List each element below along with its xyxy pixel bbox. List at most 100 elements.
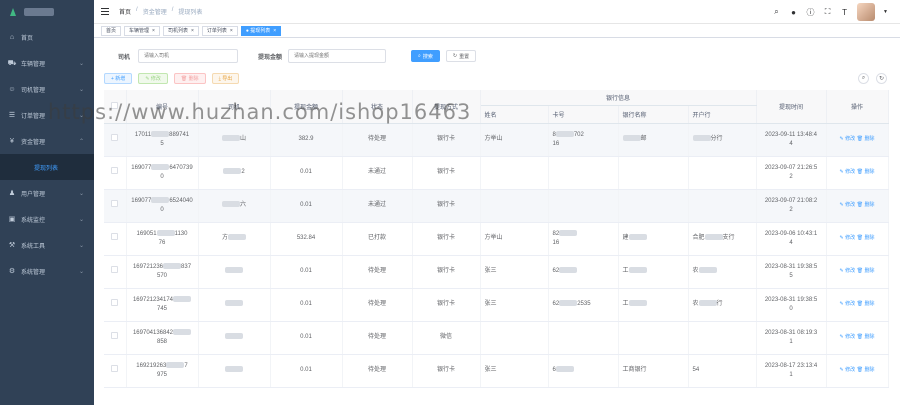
row-delete-button[interactable]: 🗑 删除 — [857, 136, 875, 142]
driver-input[interactable] — [138, 49, 239, 63]
sidebar-item-3[interactable]: ☰ 订单管理 ⌄ — [0, 102, 94, 128]
cell-serial-text: 169051 1130 76 — [136, 229, 188, 246]
toggle-search-icon[interactable]: ⌕ — [858, 73, 869, 84]
tag-1[interactable]: 车辆管理 × — [124, 25, 160, 36]
row-edit-button[interactable]: ✎ 修改 — [840, 169, 856, 175]
row-checkbox[interactable] — [111, 200, 119, 207]
export-button[interactable]: ⤓ 导出 — [211, 73, 240, 84]
table-row[interactable]: 169704136842 858 0.01 待处理 微信 2023-08-31 08:19… — [104, 321, 889, 355]
table-row[interactable]: 17011 889741 5 山 382.9 待处理 银行卡 方举山 8 702 16 邮 分行 2023… — [104, 123, 889, 157]
driver-label: 司机 — [118, 54, 131, 61]
row-delete-button[interactable]: 🗑 删除 — [857, 169, 875, 175]
row-select-cell[interactable] — [104, 123, 127, 157]
select-all-checkbox[interactable] — [111, 101, 119, 109]
masked-text — [555, 130, 574, 137]
avatar[interactable] — [857, 3, 876, 21]
sidebar-item-2[interactable]: ☺ 司机管理 ⌄ — [0, 76, 94, 102]
row-select-cell[interactable] — [104, 321, 127, 355]
reset-button[interactable]: ↻ 重置 — [445, 50, 477, 62]
row-delete-button[interactable]: 🗑 删除 — [857, 367, 875, 373]
row-edit-button[interactable]: ✎ 修改 — [840, 202, 856, 208]
chevron-down-icon[interactable]: ▼ — [883, 9, 888, 15]
row-delete-button[interactable]: 🗑 删除 — [857, 202, 875, 208]
table-row[interactable]: 169051 1130 76 方 532.84 已打款 银行卡 方举山 82 16 建 合肥 支行 202… — [104, 222, 889, 256]
row-select-cell[interactable] — [104, 354, 127, 388]
row-checkbox[interactable] — [111, 233, 119, 240]
tag-0[interactable]: 首页 — [101, 25, 122, 36]
cell-time: 2023-09-11 13:48:4 4 — [756, 123, 827, 157]
table-row[interactable]: 169721236 837 570 0.01 待处理 银行卡 张三 62 工 农 2023-08-3… — [104, 255, 889, 289]
row-select-cell[interactable] — [104, 288, 127, 322]
row-checkbox[interactable] — [111, 167, 119, 174]
sidebar-item-4[interactable]: ¥ 资金管理 ⌃ — [0, 128, 94, 154]
row-delete-button[interactable]: 🗑 删除 — [857, 235, 875, 241]
row-select-cell[interactable] — [104, 222, 127, 256]
row-edit-button[interactable]: ✎ 修改 — [840, 367, 856, 373]
table-row[interactable]: 169077 6470739 0 2 0.01 未通过 银行卡 2023-09-07 21:2… — [104, 156, 889, 190]
breadcrumb-home[interactable]: 首页 — [119, 7, 131, 16]
row-checkbox[interactable] — [111, 299, 119, 306]
row-select-cell[interactable] — [104, 255, 127, 289]
search-button[interactable]: ⌕ 搜索 — [411, 50, 440, 62]
fullscreen-icon[interactable]: ⛶ — [823, 7, 832, 17]
sidebar-item-9[interactable]: ⚙ 系统管理 ⌄ — [0, 258, 94, 284]
cell-amount-text: 382.9 — [298, 136, 314, 142]
row-delete-button[interactable]: 🗑 删除 — [857, 334, 875, 340]
row-edit-button[interactable]: ✎ 修改 — [840, 334, 856, 340]
cell-driver — [198, 354, 271, 388]
cell-method-text: 银行卡 — [436, 301, 455, 307]
help-icon[interactable]: ⓘ — [806, 7, 815, 18]
tag-label: 订单列表 — [206, 27, 227, 34]
row-delete-button[interactable]: 🗑 删除 — [857, 301, 875, 307]
row-checkbox[interactable] — [111, 266, 119, 273]
cell-amount-text: 0.01 — [300, 202, 312, 208]
row-edit-button[interactable]: ✎ 修改 — [840, 268, 856, 274]
row-checkbox[interactable] — [111, 134, 119, 141]
tag-2[interactable]: 司机列表 × — [162, 25, 199, 36]
row-delete-button[interactable]: 🗑 删除 — [857, 268, 875, 274]
hamburger-icon[interactable] — [101, 8, 109, 15]
close-icon[interactable]: × — [152, 28, 155, 34]
sidebar-item-8[interactable]: ⚒ 系统工具 ⌄ — [0, 232, 94, 258]
row-select-cell[interactable] — [104, 156, 127, 190]
row-checkbox[interactable] — [111, 332, 119, 339]
sidebar-item-0[interactable]: ⌂ 首页 — [0, 24, 94, 50]
amount-input[interactable] — [288, 49, 387, 63]
cell-name-text: 张三 — [484, 367, 497, 373]
logo[interactable] — [0, 0, 94, 24]
col-card: 卡号 — [548, 105, 619, 124]
tag-3[interactable]: 订单列表 × — [201, 25, 238, 36]
table-row[interactable]: 169721234174 745 0.01 待处理 银行卡 张三 62 2535 工 农行 2023… — [104, 288, 889, 322]
search-icon[interactable]: ⌕ — [772, 7, 781, 17]
edit-button[interactable]: ✎ 修改 — [138, 73, 168, 84]
font-size-icon[interactable]: T — [840, 8, 849, 17]
delete-button[interactable]: 🗑 删除 — [173, 73, 206, 84]
close-icon[interactable]: × — [191, 28, 194, 34]
github-icon[interactable]: ● — [789, 8, 798, 17]
sidebar-item-label: 系统管理 — [21, 269, 46, 276]
cell-serial: 169721236 837 570 — [126, 255, 199, 289]
cell-driver: 山 — [198, 123, 271, 157]
cell-bank: 工 — [618, 255, 689, 289]
sidebar-item-6[interactable]: ♟ 用户管理 ⌄ — [0, 180, 94, 206]
select-all-cell[interactable] — [104, 90, 127, 124]
row-edit-button[interactable]: ✎ 修改 — [840, 235, 856, 241]
cell-time: 2023-08-17 23:13:4 1 — [756, 354, 827, 388]
add-button[interactable]: + 新增 — [104, 73, 133, 84]
table-row[interactable]: 169219263 7 975 0.01 待处理 银行卡 张三 6 工商银行 54 2023-08-… — [104, 354, 889, 388]
close-icon[interactable]: × — [230, 28, 233, 34]
table-row[interactable]: 169077 6524040 0 六 0.01 未通过 银行卡 2023-09-07 21:0… — [104, 189, 889, 223]
refresh-icon[interactable]: ↻ — [876, 73, 887, 84]
cell-bank-text: 建 — [623, 234, 647, 241]
sidebar-item-5[interactable]: 提现列表 — [0, 154, 94, 180]
row-select-cell[interactable] — [104, 189, 127, 223]
row-edit-button[interactable]: ✎ 修改 — [840, 136, 856, 142]
sidebar-item-1[interactable]: ⛟ 车辆管理 ⌄ — [0, 50, 94, 76]
col-serial: 编号 — [126, 90, 199, 124]
sidebar-item-7[interactable]: ▣ 系统监控 ⌄ — [0, 206, 94, 232]
cell-branch-text: 合肥 支行 — [692, 234, 735, 241]
row-checkbox[interactable] — [111, 365, 119, 372]
row-edit-button[interactable]: ✎ 修改 — [840, 301, 856, 307]
close-icon[interactable]: × — [273, 28, 276, 34]
tag-4[interactable]: ● 提现列表 × — [240, 25, 282, 36]
